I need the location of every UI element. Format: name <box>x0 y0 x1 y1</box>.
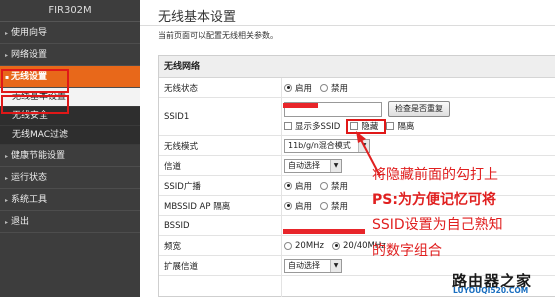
label-wireless-status: 无线状态 <box>164 83 199 94</box>
sidebar-item-logout[interactable]: ▸ 退出 <box>0 211 140 233</box>
radio-label: 启用 <box>295 181 313 192</box>
subitem-label: 无线MAC过滤 <box>12 130 69 140</box>
label-bandwidth: 频宽 <box>164 241 182 252</box>
annotation-line-2: PS:为方便记忆可将 <box>372 192 496 208</box>
sidebar: FIR302M ▸ 使用向导 ▸ 网络设置 ▪ 无线设置 无线基本设置 无线安全 无线… <box>0 0 140 297</box>
select-value: 自动选择 <box>288 160 320 170</box>
row-wireless-status: 无线状态 启用 禁用 <box>159 78 555 98</box>
annotation-line-4: 的数字组合 <box>372 243 442 259</box>
page-description: 当前页面可以配置无线相关参数。 <box>158 31 278 40</box>
sidebar-item-status[interactable]: ▸ 运行状态 <box>0 167 140 189</box>
select-value: 自动选择 <box>288 260 320 270</box>
checkbox-label: 隔离 <box>397 122 415 132</box>
radio-label: 20MHz <box>295 240 325 251</box>
router-model: FIR302M <box>0 0 140 22</box>
chevron-down-icon: ▼ <box>330 159 341 172</box>
label-ssid1: SSID1 <box>164 111 190 122</box>
radio-label: 禁用 <box>331 201 349 212</box>
highlight-box-wireless-basic <box>1 95 69 114</box>
radio-label: 启用 <box>295 201 313 212</box>
radio-dot <box>284 83 292 92</box>
label-ssid-broadcast: SSID广播 <box>164 181 201 192</box>
radio-dot <box>332 241 341 250</box>
channel-select[interactable]: 自动选择 ▼ <box>284 158 342 173</box>
radio-dot <box>284 201 292 210</box>
sidebar-item-label: 使用向导 <box>11 28 48 38</box>
ext-channel-select[interactable]: 自动选择 ▼ <box>284 258 342 273</box>
sidebar-item-energy-saving[interactable]: ▸ 健康节能设置 <box>0 145 140 167</box>
radio-label: 启用 <box>295 83 313 94</box>
radio-dot <box>320 181 329 190</box>
radio-dot <box>320 201 329 210</box>
radio-label: 禁用 <box>331 181 349 192</box>
annotation-line-1: 将隐藏前面的勾打上 <box>372 167 498 183</box>
watermark-url: LUYOUQI520.COM <box>453 286 529 295</box>
label-ext-channel: 扩展信道 <box>164 261 199 272</box>
chevron-down-icon: ▼ <box>330 259 341 272</box>
radio-mbssid-enable[interactable]: 启用 <box>284 200 312 212</box>
checkbox-show-multi-ssid[interactable]: 显示多SSID <box>284 120 340 132</box>
main-content: 无线基本设置 当前页面可以配置无线相关参数。 无线网络 无线状态 启用 禁用 S… <box>140 0 555 297</box>
page-title: 无线基本设置 <box>158 10 237 25</box>
label-bssid: BSSID <box>164 220 190 231</box>
select-value: 11b/g/n混合模式 <box>288 140 351 150</box>
label-channel: 信道 <box>164 161 182 172</box>
sidebar-item-label: 网络设置 <box>11 50 48 60</box>
highlight-box-wireless-menu <box>1 69 69 93</box>
sidebar-item-label: 系统工具 <box>11 195 48 205</box>
checkbox-isolate[interactable]: 隔离 <box>386 120 414 132</box>
label-mbssid-isolation: MBSSID AP 隔离 <box>164 201 231 212</box>
row-bandwidth: 频宽 20MHz 20/40MHz <box>159 236 555 256</box>
subitem-wireless-mac-filter[interactable]: 无线MAC过滤 <box>0 126 140 145</box>
title-divider <box>140 25 555 26</box>
bssid-redaction-bar <box>283 229 365 234</box>
radio-wireless-disable[interactable]: 禁用 <box>320 82 348 94</box>
sidebar-item-label: 退出 <box>11 217 30 227</box>
annotation-line-3: SSID设置为自己熟知 <box>372 217 503 233</box>
radio-dot <box>284 241 292 250</box>
sidebar-item-system-tools[interactable]: ▸ 系统工具 <box>0 189 140 211</box>
radio-broadcast-disable[interactable]: 禁用 <box>320 180 348 192</box>
sidebar-item-label: 健康节能设置 <box>11 151 66 161</box>
checkbox-box <box>284 122 292 130</box>
checkbox-label: 显示多SSID <box>295 122 341 132</box>
radio-bandwidth-20[interactable]: 20MHz <box>284 241 324 251</box>
radio-dot <box>320 83 329 92</box>
radio-wireless-enable[interactable]: 启用 <box>284 82 312 94</box>
radio-mbssid-disable[interactable]: 禁用 <box>320 200 348 212</box>
radio-dot <box>284 181 292 190</box>
check-duplicate-button[interactable]: 检查是否重复 <box>388 101 450 117</box>
section-title: 无线网络 <box>159 56 555 78</box>
sidebar-menu: ▸ 使用向导 ▸ 网络设置 ▪ 无线设置 无线基本设置 无线安全 无线MAC过滤 ▸ 健… <box>0 22 140 233</box>
label-wireless-mode: 无线模式 <box>164 141 199 152</box>
sidebar-item-network-settings[interactable]: ▸ 网络设置 <box>0 44 140 66</box>
radio-broadcast-enable[interactable]: 启用 <box>284 180 312 192</box>
checkbox-box <box>386 122 395 130</box>
sidebar-item-setup-wizard[interactable]: ▸ 使用向导 <box>0 22 140 44</box>
ssid-redaction-bar <box>283 103 318 108</box>
sidebar-item-label: 运行状态 <box>11 173 48 183</box>
radio-label: 禁用 <box>331 83 349 94</box>
